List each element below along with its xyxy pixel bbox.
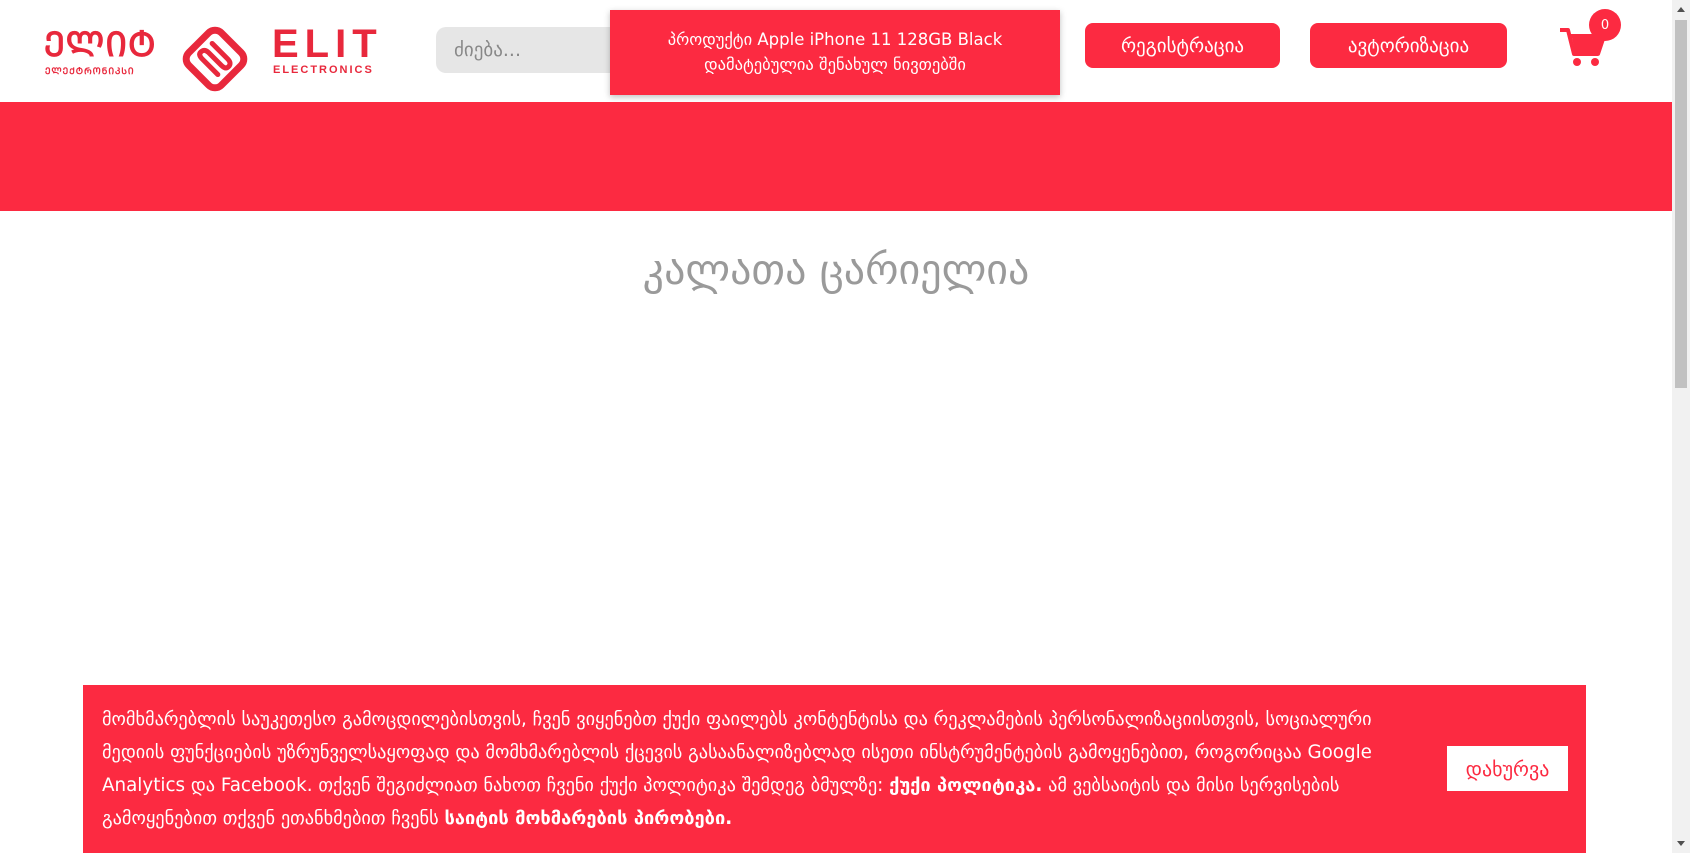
logo-brand-sub: ELECTRONICS xyxy=(273,64,374,76)
search-input[interactable] xyxy=(436,27,626,73)
cookie-text: მომხმარებლის საუკეთესო გამოცდილებისთვის,… xyxy=(102,703,1412,835)
saved-notification-toast: პროდუქტი Apple iPhone 11 128GB Black დამ… xyxy=(610,10,1060,95)
nav-item-label: მობილური xyxy=(489,213,587,234)
empty-cart-title: კალათა ცარიელია xyxy=(642,245,1030,294)
toast-line-1: პროდუქტი Apple iPhone 11 128GB Black xyxy=(667,30,1003,49)
nav-item-label: ტელევიზორი და xyxy=(876,213,1025,234)
site-logo[interactable]: ᲔᲚᲘᲢ ᲔᲚᲔᲥᲢᲠᲝᲜᲘᲙᲡᲘ ELIT ELECTRONICS xyxy=(44,22,389,92)
cookie-policy-link[interactable]: ქუქი პოლიტიკა. xyxy=(889,775,1042,796)
login-button[interactable]: ავტორიზაცია xyxy=(1310,23,1507,68)
site-header: ᲔᲚᲘᲢ ᲔᲚᲔᲥᲢᲠᲝᲜᲘᲙᲡᲘ ELIT ELECTRONICS პროდუ… xyxy=(0,0,1672,102)
nav-item-label: მსხვილი xyxy=(298,213,376,234)
scroll-up-arrow-icon[interactable] xyxy=(1672,0,1690,18)
main-nav: კომპიუტერული ტექნიკა მსხვილი საყოფაცხოვრ… xyxy=(0,102,1672,298)
page: ᲔᲚᲘᲢ ᲔᲚᲔᲥᲢᲠᲝᲜᲘᲙᲡᲘ ELIT ELECTRONICS პროდუ… xyxy=(0,0,1672,853)
cookie-banner: მომხმარებლის საუკეთესო გამოცდილებისთვის,… xyxy=(83,685,1586,853)
scrollbar-thumb[interactable] xyxy=(1675,20,1687,388)
nav-item-label: წვრილი xyxy=(683,213,756,234)
toast-line-2: დამატებულია შენახულ ნივთებში xyxy=(704,55,966,74)
logo-brand: ELIT xyxy=(272,22,383,66)
logo-georgian-sub: ᲔᲚᲔᲥᲢᲠᲝᲜᲘᲙᲡᲘ xyxy=(45,67,135,77)
logo-georgian-word: ᲔᲚᲘᲢ xyxy=(44,25,157,65)
scroll-down-arrow-icon[interactable] xyxy=(1672,835,1690,853)
logo-mark-icon xyxy=(182,26,248,92)
terms-of-use-link[interactable]: საიტის მოხმარების პირობები. xyxy=(444,808,732,829)
register-button[interactable]: რეგისტრაცია xyxy=(1085,23,1280,68)
cart-count-badge: 0 xyxy=(1589,9,1621,41)
cookie-close-button[interactable]: დახურვა xyxy=(1447,746,1568,791)
vertical-scrollbar[interactable] xyxy=(1672,0,1690,853)
